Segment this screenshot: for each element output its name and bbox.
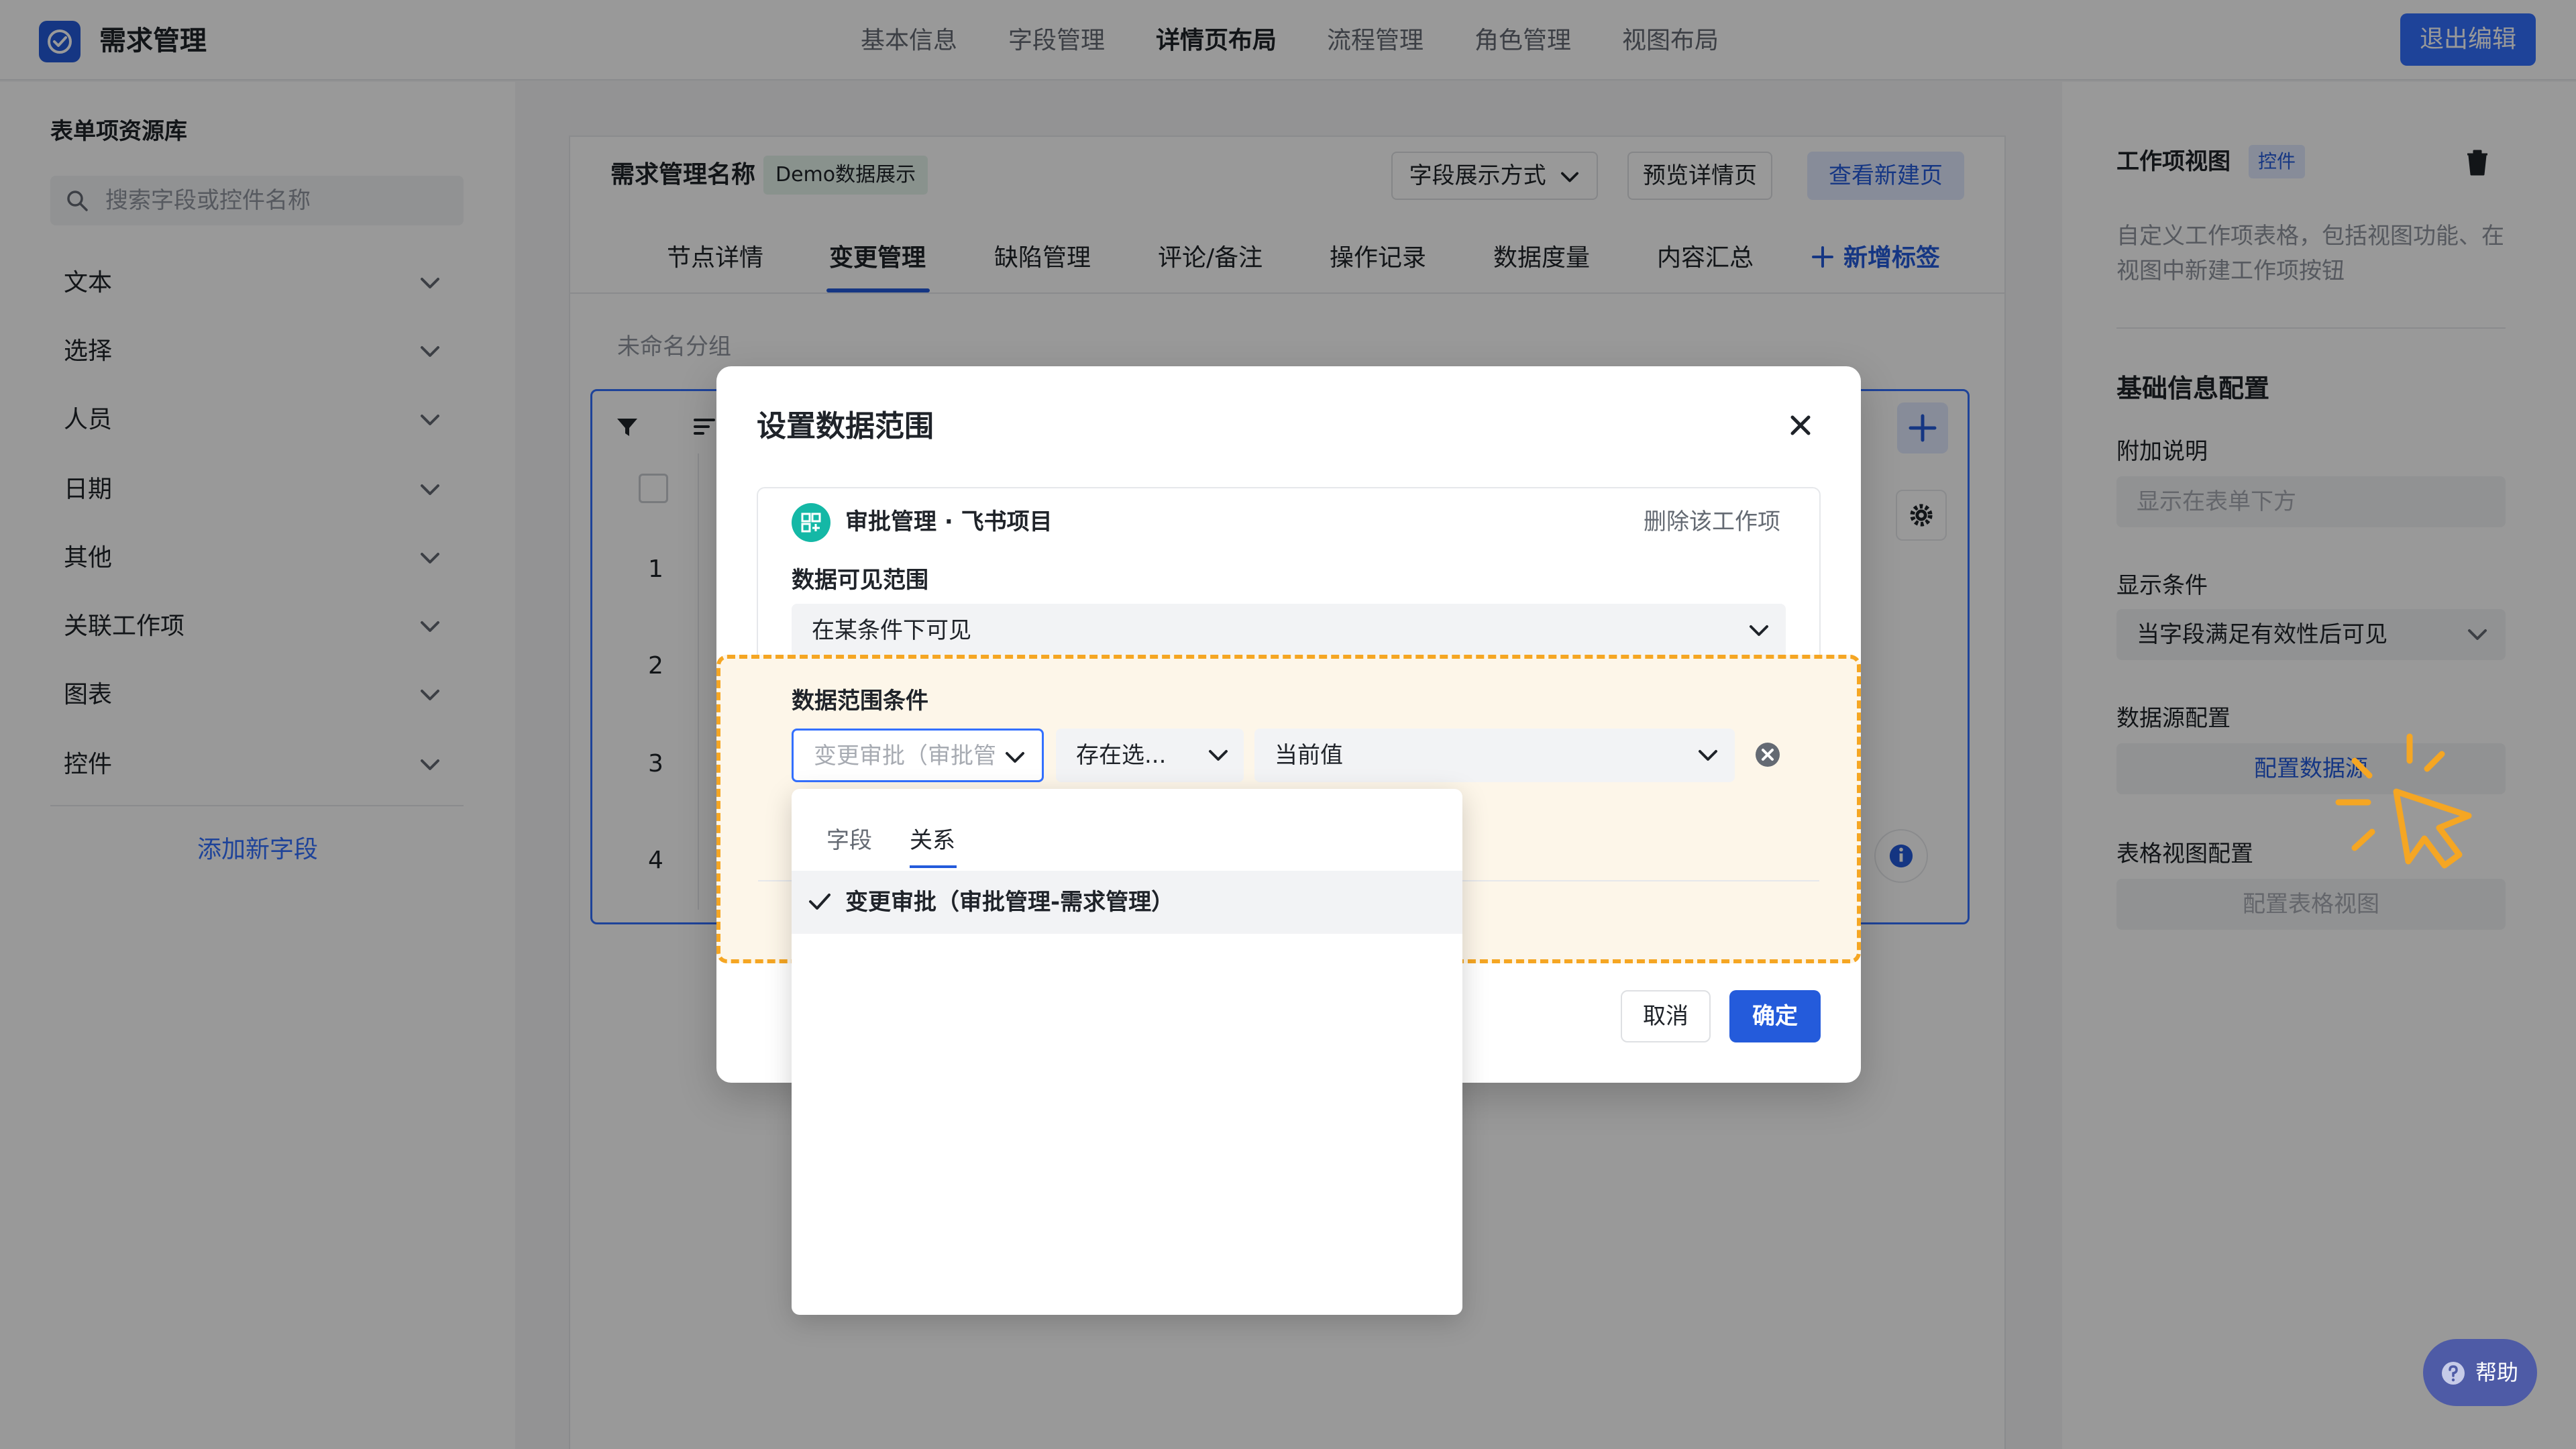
pointer-cursor-icon — [2334, 727, 2482, 875]
dropdown-tab-relation[interactable]: 关系 — [910, 824, 955, 857]
visibility-select[interactable]: 在某条件下可见 — [792, 604, 1786, 657]
chevron-down-icon — [1697, 746, 1719, 765]
help-icon — [2440, 1360, 2466, 1386]
confirm-button[interactable]: 确定 — [1729, 990, 1821, 1042]
condition-field-placeholder: 变更审批（审批管 — [814, 743, 995, 769]
help-label: 帮助 — [2475, 1360, 2519, 1385]
chevron-down-icon — [1208, 746, 1229, 765]
dialog-title: 设置数据范围 — [757, 409, 934, 443]
condition-field-select[interactable]: 变更审批（审批管 — [792, 729, 1044, 782]
close-icon[interactable] — [1787, 412, 1814, 439]
check-icon — [808, 891, 832, 912]
dropdown-option-label: 变更审批（审批管理-需求管理） — [845, 889, 1175, 916]
work-item-name: 审批管理 · 飞书项目 — [845, 508, 1053, 535]
cancel-button[interactable]: 取消 — [1621, 990, 1711, 1042]
chevron-down-icon — [1748, 621, 1770, 640]
condition-label: 数据范围条件 — [792, 688, 928, 714]
approval-app-icon — [792, 503, 830, 542]
field-dropdown-menu — [792, 789, 1462, 1315]
condition-value-select[interactable]: 当前值 — [1254, 729, 1735, 782]
remove-circle-icon[interactable] — [1754, 741, 1782, 769]
visibility-label: 数据可见范围 — [792, 567, 928, 594]
dropdown-tab-field[interactable]: 字段 — [826, 824, 872, 857]
delete-work-item-link[interactable]: 删除该工作项 — [1644, 503, 1780, 541]
visibility-value: 在某条件下可见 — [812, 617, 971, 644]
condition-operator-value: 存在选... — [1076, 742, 1167, 769]
dropdown-option[interactable]: 变更审批（审批管理-需求管理） — [792, 871, 1462, 934]
condition-operator-select[interactable]: 存在选... — [1056, 729, 1244, 782]
help-button[interactable]: 帮助 — [2423, 1339, 2537, 1406]
condition-value: 当前值 — [1275, 742, 1343, 769]
chevron-down-icon — [1004, 748, 1026, 767]
dropdown-active-tab-indicator — [910, 865, 957, 868]
